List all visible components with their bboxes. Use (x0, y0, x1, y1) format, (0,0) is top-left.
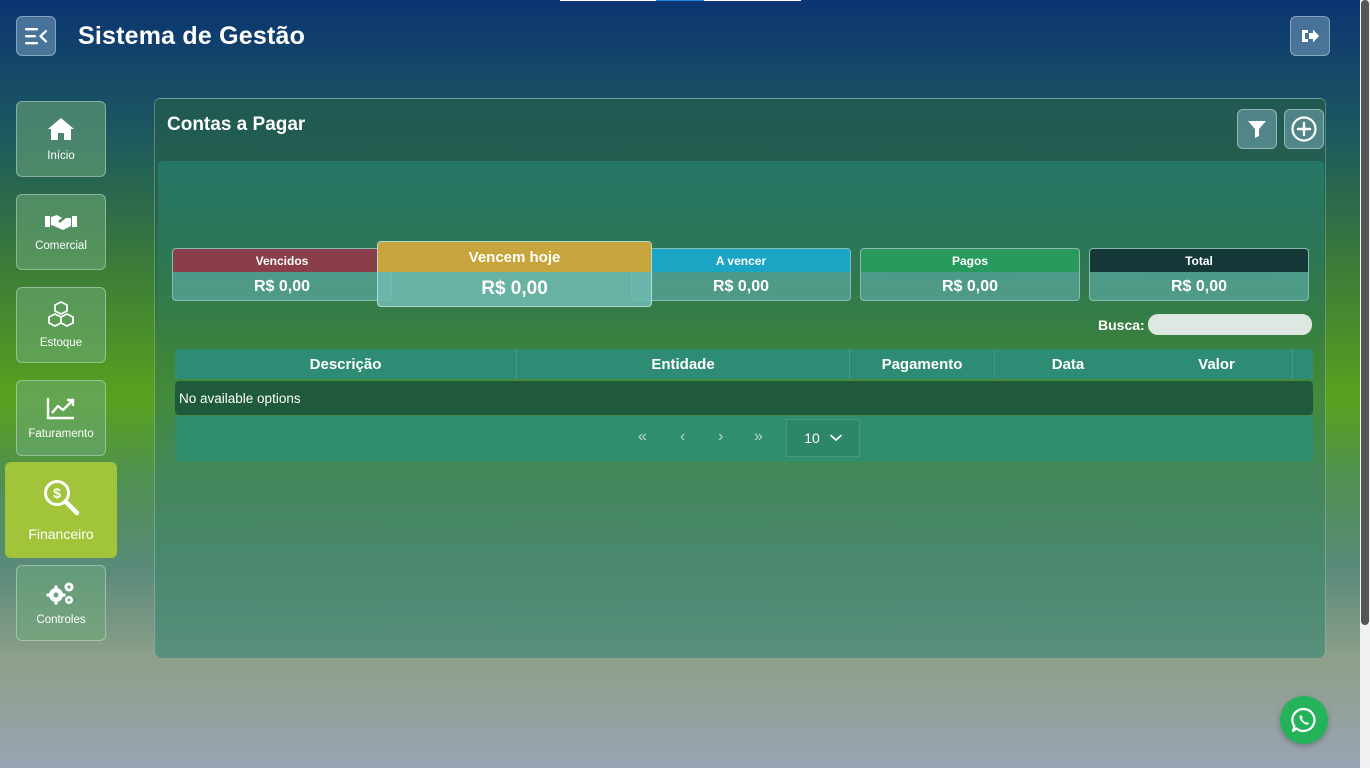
sidebar-item-controles[interactable]: Controles (16, 565, 106, 641)
sidebar-item-label: Comercial (35, 240, 87, 252)
search-input[interactable] (1148, 314, 1312, 335)
page-scrollbar[interactable] (1360, 0, 1370, 768)
page-size-value: 10 (804, 430, 820, 446)
svg-text:$: $ (53, 485, 61, 501)
summary-card-total[interactable]: Total R$ 0,00 (1089, 248, 1309, 301)
filter-button[interactable] (1237, 109, 1277, 149)
sidebar-item-label: Faturamento (28, 428, 94, 440)
card-label: Vencem hoje (378, 242, 651, 272)
money-search-icon: $ (44, 480, 80, 516)
card-value: R$ 0,00 (1170, 277, 1228, 295)
whatsapp-button[interactable] (1280, 696, 1328, 744)
summary-card-vencem-hoje[interactable]: Vencem hoje R$ 0,00 (377, 241, 652, 307)
contas-a-pagar-panel: Contas a Pagar Vencidos R$ 0,00 A vencer… (154, 98, 1326, 658)
card-value: R$ 0,00 (481, 278, 548, 299)
logout-icon (1302, 29, 1319, 43)
logout-button[interactable] (1290, 16, 1330, 56)
card-value: R$ 0,00 (712, 277, 770, 295)
table-header: Descrição Entidade Pagamento Data Valor (175, 349, 1313, 379)
column-header-valor[interactable]: Valor (1141, 349, 1293, 379)
sidebar-item-financeiro[interactable]: $ Financeiro (5, 462, 117, 558)
summary-card-pagos[interactable]: Pagos R$ 0,00 (860, 248, 1080, 301)
home-icon (48, 118, 74, 140)
content-area: Vencidos R$ 0,00 A vencer R$ 0,00 Pagos … (158, 161, 1324, 657)
sidebar-item-inicio[interactable]: Início (16, 101, 106, 177)
card-value: R$ 0,00 (253, 277, 311, 295)
column-header-entidade[interactable]: Entidade (517, 349, 850, 379)
plus-circle-icon (1291, 116, 1317, 142)
loading-strip (560, 0, 801, 1)
add-button[interactable] (1284, 109, 1324, 149)
card-value: R$ 0,00 (941, 277, 999, 295)
sidebar-item-label: Controles (36, 614, 86, 626)
page-size-select[interactable]: 10 (786, 419, 860, 457)
whatsapp-icon (1291, 707, 1316, 733)
gears-icon (46, 582, 74, 605)
column-header-pagamento[interactable]: Pagamento (850, 349, 995, 379)
column-header-descricao[interactable]: Descrição (175, 349, 517, 379)
card-label: A vencer (632, 249, 850, 272)
pagination-bar: « ‹ › » 10 (175, 416, 1313, 462)
card-label: Total (1090, 249, 1308, 272)
next-page-button[interactable]: › (718, 428, 723, 446)
column-header-data[interactable]: Data (995, 349, 1141, 379)
sidebar-item-estoque[interactable]: Estoque (16, 287, 106, 363)
first-page-button[interactable]: « (638, 428, 647, 446)
prev-page-button[interactable]: ‹ (680, 428, 685, 446)
summary-card-a-vencer[interactable]: A vencer R$ 0,00 (631, 248, 851, 301)
boxes-icon (48, 301, 74, 327)
chart-line-icon (46, 398, 75, 420)
card-label: Vencidos (173, 249, 391, 272)
sidebar-item-label: Financeiro (28, 526, 94, 542)
sidebar-item-faturamento[interactable]: Faturamento (16, 380, 106, 456)
chevron-down-icon (829, 434, 842, 442)
filter-icon (1248, 121, 1266, 138)
menu-collapse-icon (25, 28, 47, 45)
handshake-icon (45, 215, 77, 230)
menu-toggle-button[interactable] (16, 16, 56, 56)
sidebar-item-label: Início (47, 150, 75, 162)
search-label: Busca: (1098, 317, 1145, 333)
scrollbar-thumb[interactable] (1361, 0, 1369, 625)
app-title: Sistema de Gestão (78, 22, 306, 50)
sidebar-item-label: Estoque (39, 337, 83, 349)
sidebar-item-comercial[interactable]: Comercial (16, 194, 106, 270)
last-page-button[interactable]: » (754, 428, 763, 446)
summary-card-vencidos[interactable]: Vencidos R$ 0,00 (172, 248, 392, 301)
page-title: Contas a Pagar (167, 114, 306, 135)
empty-state-row: No available options (175, 381, 1313, 415)
card-label: Pagos (861, 249, 1079, 272)
